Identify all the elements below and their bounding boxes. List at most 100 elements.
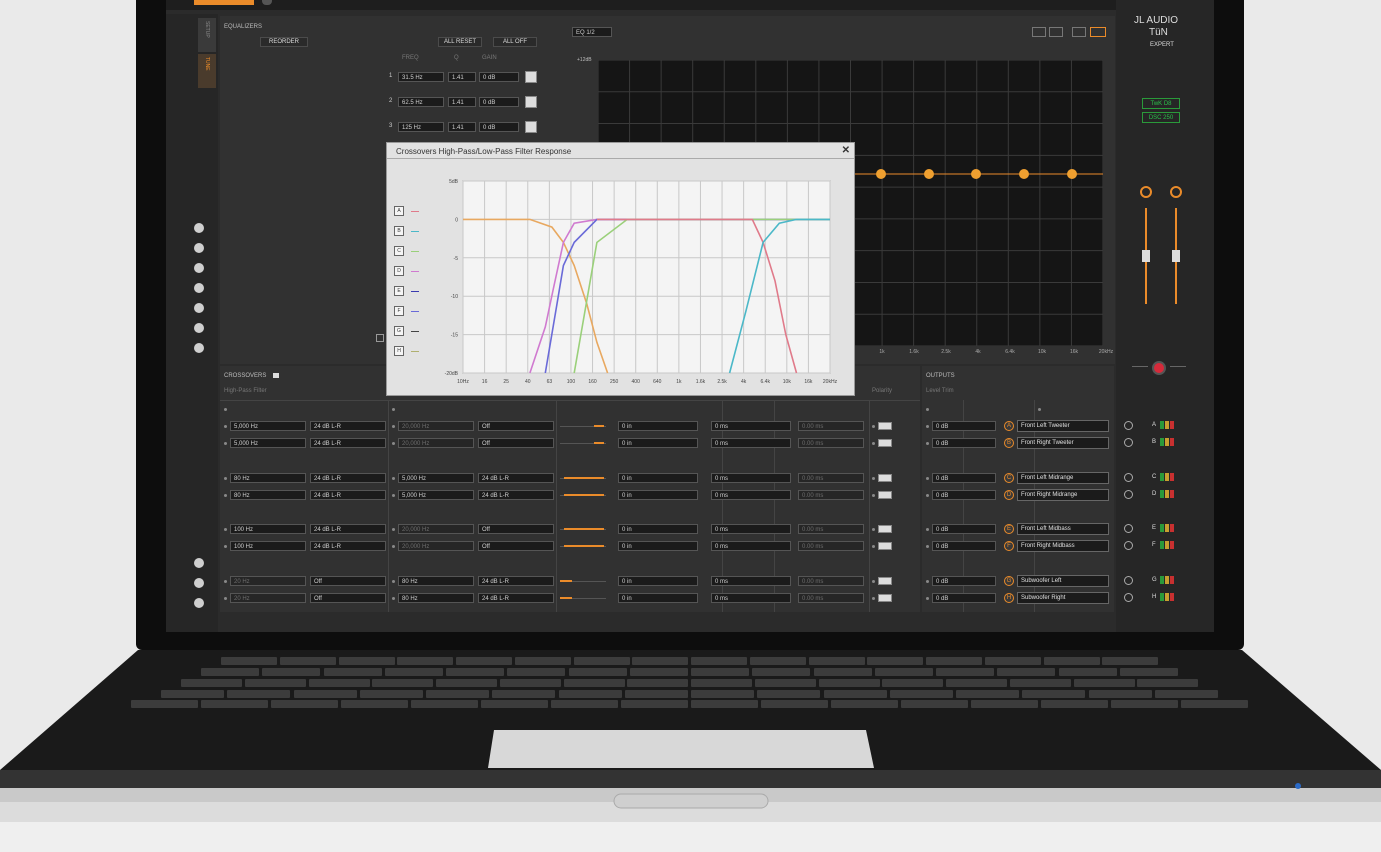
delay-distance-field[interactable]: 0 in (618, 576, 698, 586)
delay-ms-field[interactable]: 0 ms (711, 473, 791, 483)
output-settings-icon[interactable] (1124, 438, 1133, 447)
eq-band-handle[interactable] (924, 169, 934, 179)
polarity-toggle[interactable] (878, 474, 892, 482)
master-fader-left-handle[interactable] (1142, 250, 1150, 262)
eq-filter-type-icon[interactable] (525, 71, 537, 83)
lp-frequency-field[interactable]: 20,000 Hz (398, 541, 474, 551)
reorder-button[interactable]: REORDER (260, 37, 308, 47)
tab-tune[interactable]: TUNE (198, 54, 216, 88)
level-trim-field[interactable]: 0 dB (932, 593, 996, 603)
hp-slope-dropdown[interactable]: 24 dB L-R (310, 524, 386, 534)
level-trim-field[interactable]: 0 dB (932, 473, 996, 483)
level-trim-field[interactable]: 0 dB (932, 541, 996, 551)
lp-slope-dropdown[interactable]: Off (478, 421, 554, 431)
eq-band-handle[interactable] (971, 169, 981, 179)
hp-frequency-field[interactable]: 80 Hz (230, 473, 306, 483)
hp-slope-dropdown[interactable]: 24 dB L-R (310, 421, 386, 431)
delay-ms-field[interactable]: 0 ms (711, 421, 791, 431)
lp-slope-dropdown[interactable]: Off (478, 541, 554, 551)
eq-freq-field[interactable]: 125 Hz (398, 122, 444, 132)
output-name-field[interactable]: Front Right Midbass (1017, 540, 1109, 552)
polarity-toggle[interactable] (878, 491, 892, 499)
lp-slope-dropdown[interactable]: 24 dB L-R (478, 593, 554, 603)
delay-distance-field[interactable]: 0 in (618, 473, 698, 483)
lp-frequency-field[interactable]: 5,000 Hz (398, 473, 474, 483)
delay-ms-field[interactable]: 0 ms (711, 524, 791, 534)
lp-frequency-field[interactable]: 20,000 Hz (398, 421, 474, 431)
delay-ms-field[interactable]: 0 ms (711, 490, 791, 500)
output-settings-icon[interactable] (1124, 473, 1133, 482)
output-settings-icon[interactable] (1124, 490, 1133, 499)
delay-distance-field[interactable]: 0 in (618, 421, 698, 431)
lp-slope-dropdown[interactable]: Off (478, 438, 554, 448)
view-bars-icon[interactable] (1032, 27, 1046, 37)
hp-frequency-field[interactable]: 100 Hz (230, 524, 306, 534)
hp-slope-dropdown[interactable]: 24 dB L-R (310, 438, 386, 448)
input-knob-right[interactable] (1170, 186, 1182, 198)
lp-slope-dropdown[interactable]: 24 dB L-R (478, 490, 554, 500)
all-reset-button[interactable]: ALL RESET (438, 37, 482, 47)
link-icon[interactable] (194, 283, 204, 293)
level-trim-field[interactable]: 0 dB (932, 421, 996, 431)
hp-slope-dropdown[interactable]: Off (310, 593, 386, 603)
output-name-field[interactable]: Subwoofer Left (1017, 575, 1109, 587)
hp-frequency-field[interactable]: 20 Hz (230, 593, 306, 603)
lp-slope-dropdown[interactable]: 24 dB L-R (478, 576, 554, 586)
lp-slope-dropdown[interactable]: 24 dB L-R (478, 473, 554, 483)
settings-icon[interactable] (194, 323, 204, 333)
delay-ms-field[interactable]: 0 ms (711, 438, 791, 448)
lp-frequency-field[interactable]: 20,000 Hz (398, 438, 474, 448)
lp-frequency-field[interactable]: 20,000 Hz (398, 524, 474, 534)
lp-slope-dropdown[interactable]: Off (478, 524, 554, 534)
delay-distance-field[interactable]: 0 in (618, 490, 698, 500)
level-trim-field[interactable]: 0 dB (932, 438, 996, 448)
eq-freq-field[interactable]: 62.5 Hz (398, 97, 444, 107)
eq-band-handle[interactable] (1067, 169, 1077, 179)
add-icon[interactable] (194, 223, 204, 233)
delay-distance-field[interactable]: 0 in (618, 438, 698, 448)
preset-tab[interactable] (194, 0, 254, 5)
hp-frequency-field[interactable]: 20 Hz (230, 576, 306, 586)
eq-gain-field[interactable]: 0 dB (479, 97, 519, 107)
hp-slope-dropdown[interactable]: 24 dB L-R (310, 490, 386, 500)
hp-slope-dropdown[interactable]: 24 dB L-R (310, 541, 386, 551)
eq-filter-type-icon[interactable] (525, 96, 537, 108)
eq-q-field[interactable]: 1.41 (448, 122, 476, 132)
delay-distance-field[interactable]: 0 in (618, 541, 698, 551)
delay-ms-field[interactable]: 0 ms (711, 541, 791, 551)
hp-slope-dropdown[interactable]: 24 dB L-R (310, 473, 386, 483)
eq-gain-field[interactable]: 0 dB (479, 72, 519, 82)
lp-frequency-field[interactable]: 80 Hz (398, 576, 474, 586)
level-trim-field[interactable]: 0 dB (932, 576, 996, 586)
input-knob-left[interactable] (1140, 186, 1152, 198)
eq-freq-field[interactable]: 31.5 Hz (398, 72, 444, 82)
polarity-toggle[interactable] (878, 577, 892, 585)
polarity-toggle[interactable] (878, 439, 892, 447)
eq-select-dropdown[interactable]: EQ 1/2 (572, 27, 612, 37)
hp-frequency-field[interactable]: 5,000 Hz (230, 438, 306, 448)
info-icon[interactable] (194, 558, 204, 568)
output-settings-icon[interactable] (1124, 541, 1133, 550)
hp-frequency-field[interactable]: 100 Hz (230, 541, 306, 551)
eq-band-handle[interactable] (876, 169, 886, 179)
polarity-toggle[interactable] (878, 525, 892, 533)
eq-gain-field[interactable]: 0 dB (479, 122, 519, 132)
output-name-field[interactable]: Front Right Midrange (1017, 489, 1109, 501)
eq-q-field[interactable]: 1.41 (448, 97, 476, 107)
hp-frequency-field[interactable]: 80 Hz (230, 490, 306, 500)
delay-ms-field[interactable]: 0 ms (711, 576, 791, 586)
hp-slope-dropdown[interactable]: Off (310, 576, 386, 586)
eq-q-field[interactable]: 1.41 (448, 72, 476, 82)
polarity-toggle[interactable] (878, 594, 892, 602)
hp-frequency-field[interactable]: 5,000 Hz (230, 421, 306, 431)
eq-band-handle[interactable] (1019, 169, 1029, 179)
all-off-button[interactable]: ALL OFF (493, 37, 537, 47)
view-list-icon[interactable] (1072, 27, 1086, 37)
delay-distance-field[interactable]: 0 in (618, 524, 698, 534)
output-settings-icon[interactable] (1124, 576, 1133, 585)
delay-distance-field[interactable]: 0 in (618, 593, 698, 603)
level-trim-field[interactable]: 0 dB (932, 524, 996, 534)
refresh-icon[interactable] (194, 578, 204, 588)
eq-filter-type-icon[interactable] (525, 121, 537, 133)
grid-icon[interactable] (194, 343, 204, 353)
